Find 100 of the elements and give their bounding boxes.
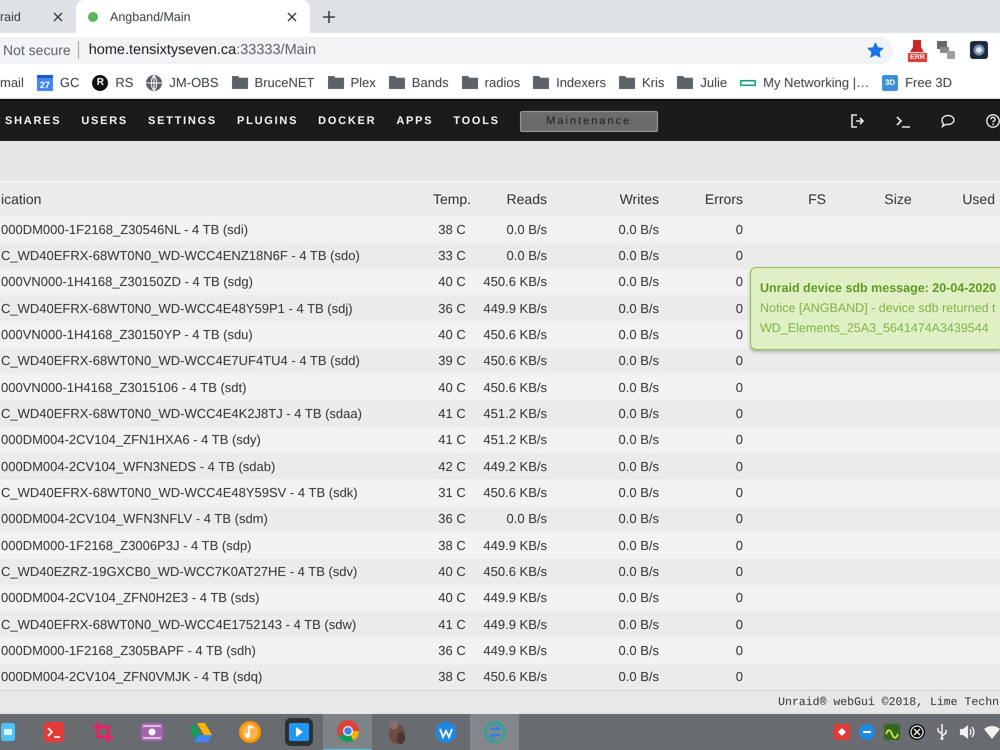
device-cell-text: 000VN000-1H4168_Z3015106 - 4 TB (sdt) (0, 380, 248, 395)
writes-cell-text: 0.0 B/s (618, 380, 659, 395)
temperature-cell-text: 42 C (437, 458, 467, 474)
device-cell-text: 000VN000-1H4168_Z30150YP - 4 TB (sdu) (0, 326, 254, 342)
writes-cell-text: 0.0 B/s (618, 642, 659, 658)
x-circle-icon[interactable] (909, 724, 925, 740)
bookmark-item[interactable]: Bands (388, 75, 449, 90)
folder-icon (677, 76, 694, 89)
column-header[interactable]: Used (939, 191, 1000, 207)
bookmark-item[interactable]: 27 GC (36, 74, 80, 90)
terminal-icon[interactable] (896, 114, 910, 128)
errors-cell-text: 0 (734, 511, 743, 526)
bookmark-item[interactable]: Plex (328, 75, 376, 90)
temperature-cell-text: 40 C (437, 274, 467, 290)
column-header[interactable]: Reads (474, 191, 547, 207)
reads-cell-text: 450.6 KB/s (482, 274, 547, 290)
column-header[interactable]: Size (857, 191, 939, 207)
folder-icon (618, 76, 635, 89)
bookmark-item[interactable]: Kris (618, 75, 664, 90)
writes-cell-text: 0.0 B/s (618, 248, 659, 263)
text-tile-icon: 3D (882, 74, 898, 90)
crop-icon (92, 722, 112, 742)
nav-item[interactable]: SHARES (5, 115, 62, 127)
address-field[interactable]: Not secure home.tensixtyseven.ca:33333/Main (0, 36, 893, 64)
notification-text: Notice [ANGBAND] - device sdb returned t (760, 300, 997, 317)
writes-cell-text: 0.0 B/s (618, 564, 659, 579)
writes-cell-text: 0.0 B/s (618, 222, 659, 237)
writes-cell-text: 0.0 B/s (618, 511, 659, 526)
globe-icon (146, 74, 162, 90)
errors-cell-text: 0 (734, 538, 743, 553)
bookmark-item[interactable]: Julie (677, 75, 728, 90)
bookmark-star-icon[interactable] (867, 42, 884, 58)
close-icon[interactable] (53, 12, 63, 22)
notification-text: WD_Elements_25A3_5641474A3439544 (760, 320, 990, 337)
terminal-icon (44, 722, 64, 742)
column-header[interactable]: ication (0, 191, 430, 207)
wifi-icon[interactable] (984, 724, 1000, 740)
minus-circle-icon[interactable] (859, 724, 875, 740)
reads-cell-text: 450.6 KB/s (482, 484, 547, 500)
bookmark-item[interactable]: R RS (92, 74, 134, 90)
errors-cell-text: 0 (734, 458, 743, 474)
browser-tab[interactable]: raid (0, 0, 75, 33)
column-header[interactable]: FS (743, 191, 857, 207)
wave-icon[interactable] (884, 724, 900, 740)
reads-cell-text: 0.0 B/s (506, 248, 547, 263)
logout-icon[interactable] (851, 114, 865, 128)
browser-tab[interactable]: Angband/Main (76, 0, 310, 33)
column-header[interactable]: Temp. (430, 191, 474, 207)
errors-cell-text: 0 (734, 300, 743, 316)
bookmark-item[interactable]: radios (462, 75, 520, 90)
writes-cell-text: 0.0 B/s (618, 669, 659, 684)
errors-cell-text: 0 (734, 564, 743, 579)
volume-icon[interactable] (959, 724, 975, 740)
writes-cell-text: 0.0 B/s (618, 300, 659, 316)
security-indicator[interactable]: Not secure (3, 42, 71, 58)
bookmark-item[interactable]: mail (0, 75, 24, 90)
nav-item[interactable]: SETTINGS (148, 115, 218, 127)
chat-icon[interactable] (941, 114, 955, 128)
url-text[interactable]: home.tensixtyseven.ca:33333/Main (88, 42, 316, 58)
errors-cell-text: 0 (734, 248, 743, 263)
reads-cell-text: 449.2 KB/s (482, 458, 547, 474)
writes-cell-text: 0.0 B/s (618, 406, 659, 421)
temperature-cell-text: 38 C (437, 538, 467, 553)
device-cell-text: 000DM000-1F2168_Z305BAPF - 4 TB (sdh) (0, 642, 257, 658)
device-cell-text: C_WD40EFRX-68WT0N0_WD-WCC4E4K2J8TJ - 4 TB (sdaa) (0, 406, 363, 421)
column-header[interactable]: Writes (547, 191, 659, 207)
errors-cell-text: 0 (734, 669, 743, 684)
errors-cell-text: 0 (734, 380, 743, 395)
device-cell-text: 000DM000-1F2168_Z30546NL - 4 TB (sdi) (0, 222, 250, 237)
close-icon[interactable] (287, 12, 297, 22)
device-cell-text: 000DM004-2CV104_ZFN0VMJK - 4 TB (sdq) (0, 669, 264, 684)
bookmark-item[interactable]: JM-OBS (146, 74, 219, 90)
temperature-cell-text: 33 C (437, 248, 467, 263)
errors-cell-text: 0 (734, 432, 743, 448)
bookmark-item[interactable]: Indexers (533, 75, 606, 90)
nav-item[interactable]: PLUGINS (237, 115, 298, 127)
errors-cell-text: 0 (734, 484, 743, 500)
help-icon[interactable] (986, 114, 1000, 128)
bookmark-item[interactable]: BruceNET (232, 75, 314, 90)
writes-cell-text: 0.0 B/s (618, 353, 659, 368)
pin-icon (910, 40, 924, 52)
extension-button[interactable] (970, 38, 990, 62)
temperature-cell-text: 41 C (437, 616, 467, 632)
bookmark-item[interactable]: 3D Free 3D (882, 74, 952, 90)
triangle-logo-icon (190, 722, 212, 742)
new-tab-icon[interactable] (323, 10, 335, 22)
errors-cell-text: 0 (734, 590, 743, 606)
folder-icon (533, 76, 550, 89)
diamond-tile-icon[interactable] (834, 724, 850, 740)
nav-item[interactable]: APPS (396, 115, 434, 127)
bookmark-item[interactable]: My Networking |… (740, 75, 870, 90)
nav-item[interactable]: DOCKER (318, 115, 376, 127)
folder-icon (328, 76, 344, 89)
temperature-cell-text: 31 C (437, 484, 467, 500)
writes-cell-text: 0.0 B/s (618, 484, 659, 500)
column-header[interactable]: Errors (659, 191, 743, 207)
errors-cell-text: 0 (734, 222, 743, 237)
nav-item[interactable]: TOOLS (453, 115, 500, 127)
reads-cell-text: 449.9 KB/s (482, 590, 547, 606)
nav-item[interactable]: USERS (81, 115, 128, 127)
